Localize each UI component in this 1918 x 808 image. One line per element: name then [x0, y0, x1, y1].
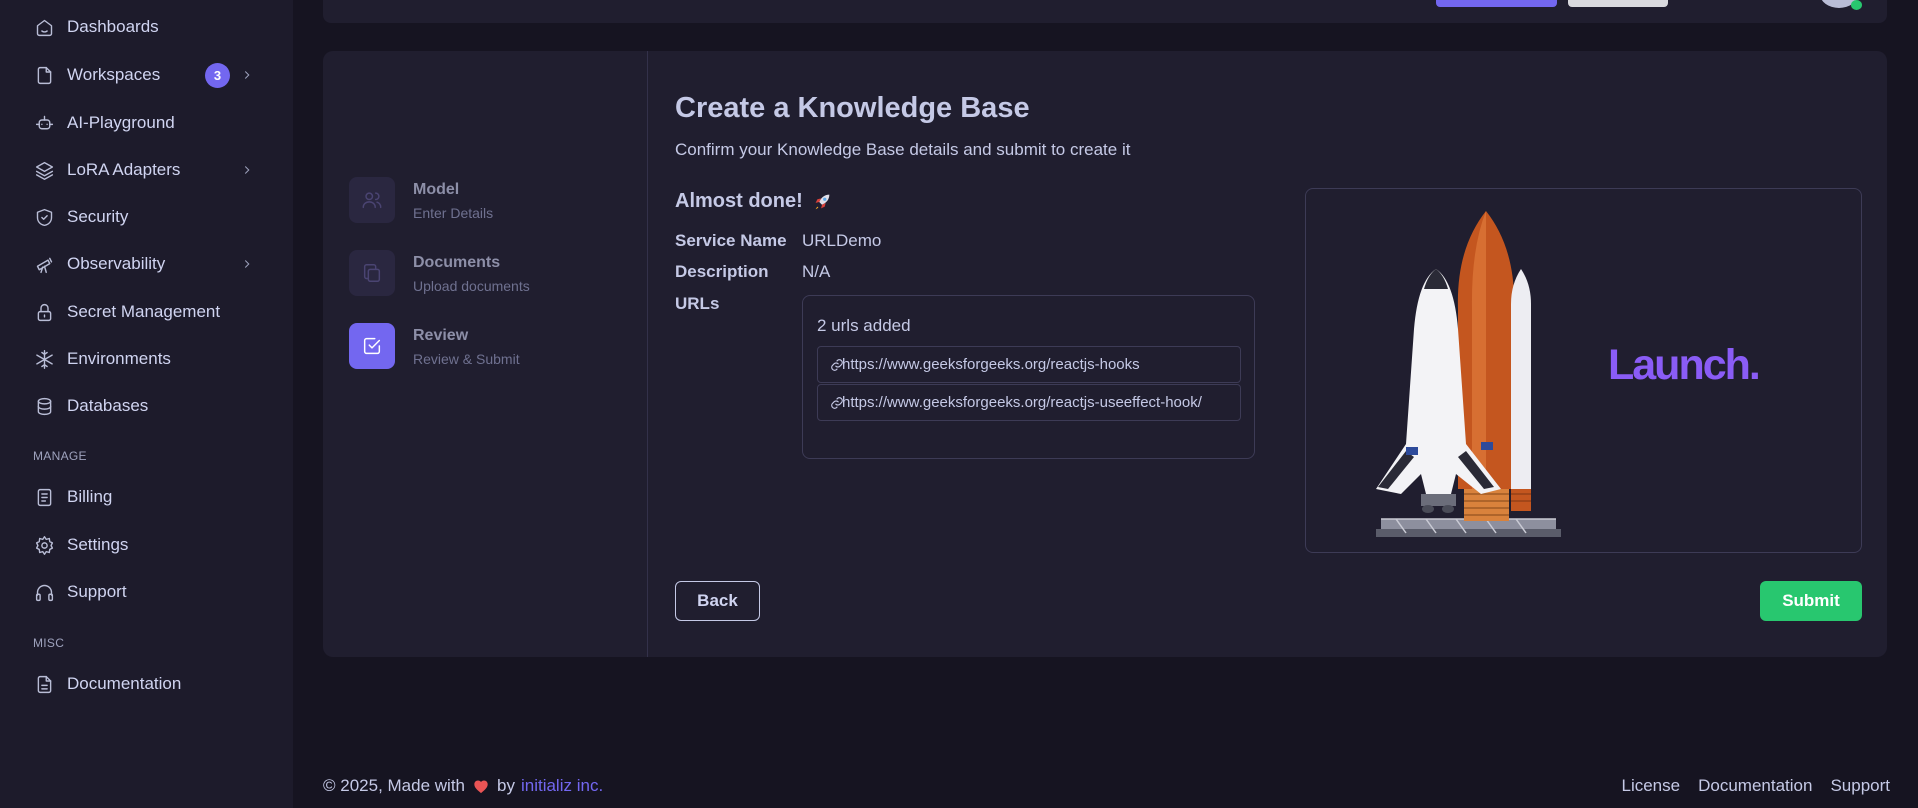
step-title: Model: [413, 181, 460, 198]
almost-done-heading: Almost done!: [675, 190, 833, 213]
primary-header-button[interactable]: [1436, 0, 1557, 7]
sidebar-item-label: Dashboards: [67, 17, 159, 36]
telescope-icon: [33, 253, 55, 275]
url-item[interactable]: https://www.geeksforgeeks.org/reactjs-ho…: [817, 346, 1241, 383]
secondary-header-button[interactable]: [1568, 0, 1668, 7]
gear-icon: [33, 534, 55, 556]
sidebar-item-settings[interactable]: Settings: [33, 527, 263, 563]
step-review[interactable]: Review Review & Submit: [349, 323, 520, 369]
service-name-label: Service Name: [675, 231, 787, 250]
sidebar-item-environments[interactable]: Environments: [33, 341, 263, 377]
sidebar-item-label: LoRA Adapters: [67, 160, 181, 179]
step-title: Review: [413, 327, 469, 344]
url-text: https://www.geeksforgeeks.org/reactjs-us…: [842, 394, 1202, 411]
description-value: N/A: [802, 262, 831, 281]
heart-icon: [474, 780, 488, 793]
sidebar-item-label: Support: [67, 582, 127, 601]
section-title-manage: MANAGE: [33, 449, 87, 463]
launch-logo-text: Launch.: [1608, 341, 1761, 389]
url-item[interactable]: https://www.geeksforgeeks.org/reactjs-us…: [817, 384, 1241, 421]
chevron-right-icon: [240, 163, 254, 177]
chevron-right-icon: [240, 68, 254, 82]
sidebar-item-label: Workspaces: [67, 65, 161, 84]
document-icon: [33, 673, 55, 695]
copyright-text: © 2025, Made with: [323, 776, 465, 795]
page-title: Create a Knowledge Base: [675, 92, 1030, 124]
step-model[interactable]: Model Enter Details: [349, 177, 493, 223]
rocket-icon: [815, 194, 830, 209]
step-title: Documents: [413, 254, 501, 271]
urls-list-box: 2 urls added https://www.geeksforgeeks.o…: [802, 295, 1255, 459]
sidebar-item-label: Environments: [67, 349, 171, 368]
url-text: https://www.geeksforgeeks.org/reactjs-ho…: [842, 356, 1140, 373]
file-icon: [33, 64, 55, 86]
footer-link-support[interactable]: Support: [1830, 776, 1890, 796]
stepper-divider: [647, 51, 648, 657]
sidebar-item-support[interactable]: Support: [33, 574, 263, 610]
sidebar-item-dashboards[interactable]: Dashboards: [33, 9, 263, 45]
sidebar-item-observability[interactable]: Observability: [33, 246, 263, 282]
check-square-icon: [349, 323, 395, 369]
sidebar-item-databases[interactable]: Databases: [33, 388, 263, 424]
footer-link-documentation[interactable]: Documentation: [1698, 776, 1812, 796]
section-title-misc: MISC: [33, 636, 65, 650]
footer-copyright: © 2025, Made with by initializ inc.: [323, 776, 603, 796]
urls-count: 2 urls added: [817, 316, 911, 335]
sidebar-item-workspaces[interactable]: Workspaces 3: [33, 57, 263, 93]
sidebar-item-label: Security: [67, 207, 129, 226]
database-icon: [33, 395, 55, 417]
online-status-dot: [1851, 0, 1862, 10]
step-subtitle: Review & Submit: [413, 351, 520, 367]
shield-check-icon: [33, 206, 55, 228]
sidebar-item-label: Settings: [67, 535, 129, 554]
link-icon: [830, 356, 844, 371]
users-icon: [349, 177, 395, 223]
snowflake-icon: [33, 348, 55, 370]
sidebar-item-security[interactable]: Security: [33, 199, 263, 235]
sidebar-item-label: Secret Management: [67, 302, 221, 321]
almost-done-text: Almost done!: [675, 190, 803, 212]
sidebar: Dashboards Workspaces 3 AI-Playground Lo…: [0, 0, 293, 808]
receipt-icon: [33, 486, 55, 508]
service-name-value: URLDemo: [802, 231, 882, 250]
layers-icon: [33, 159, 55, 181]
sidebar-item-billing[interactable]: Billing: [33, 479, 263, 515]
sidebar-item-label: AI-Playground: [67, 113, 175, 132]
link-icon: [830, 394, 844, 409]
lock-icon: [33, 301, 55, 323]
sidebar-item-label: Documentation: [67, 674, 182, 693]
headphones-icon: [33, 581, 55, 603]
sidebar-item-label: Billing: [67, 487, 113, 506]
by-text: by: [497, 776, 515, 795]
step-subtitle: Enter Details: [413, 205, 494, 221]
submit-button[interactable]: Submit: [1760, 581, 1862, 621]
footer-link-license[interactable]: License: [1622, 776, 1681, 796]
robot-icon: [33, 112, 55, 134]
sidebar-item-ai-playground[interactable]: AI-Playground: [33, 105, 263, 141]
description-label: Description: [675, 262, 769, 281]
sidebar-item-lora-adapters[interactable]: LoRA Adapters: [33, 152, 263, 188]
back-button[interactable]: Back: [675, 581, 760, 621]
sidebar-item-secret-management[interactable]: Secret Management: [33, 294, 263, 330]
launch-illustration: Launch.: [1305, 188, 1862, 553]
step-subtitle: Upload documents: [413, 278, 530, 294]
sidebar-item-label: Databases: [67, 396, 149, 415]
page-subtitle: Confirm your Knowledge Base details and …: [675, 140, 1131, 159]
urls-label: URLs: [675, 294, 720, 313]
copy-icon: [349, 250, 395, 296]
home-icon: [33, 16, 55, 38]
sidebar-item-documentation[interactable]: Documentation: [33, 666, 263, 702]
chevron-right-icon: [240, 257, 254, 271]
space-shuttle-illustration: [1376, 211, 1561, 537]
footer-links: License Documentation Support: [1604, 776, 1891, 796]
company-link[interactable]: initializ inc.: [521, 776, 603, 796]
sidebar-item-label: Observability: [67, 254, 166, 273]
step-documents[interactable]: Documents Upload documents: [349, 250, 530, 296]
count-badge: 3: [205, 62, 230, 88]
